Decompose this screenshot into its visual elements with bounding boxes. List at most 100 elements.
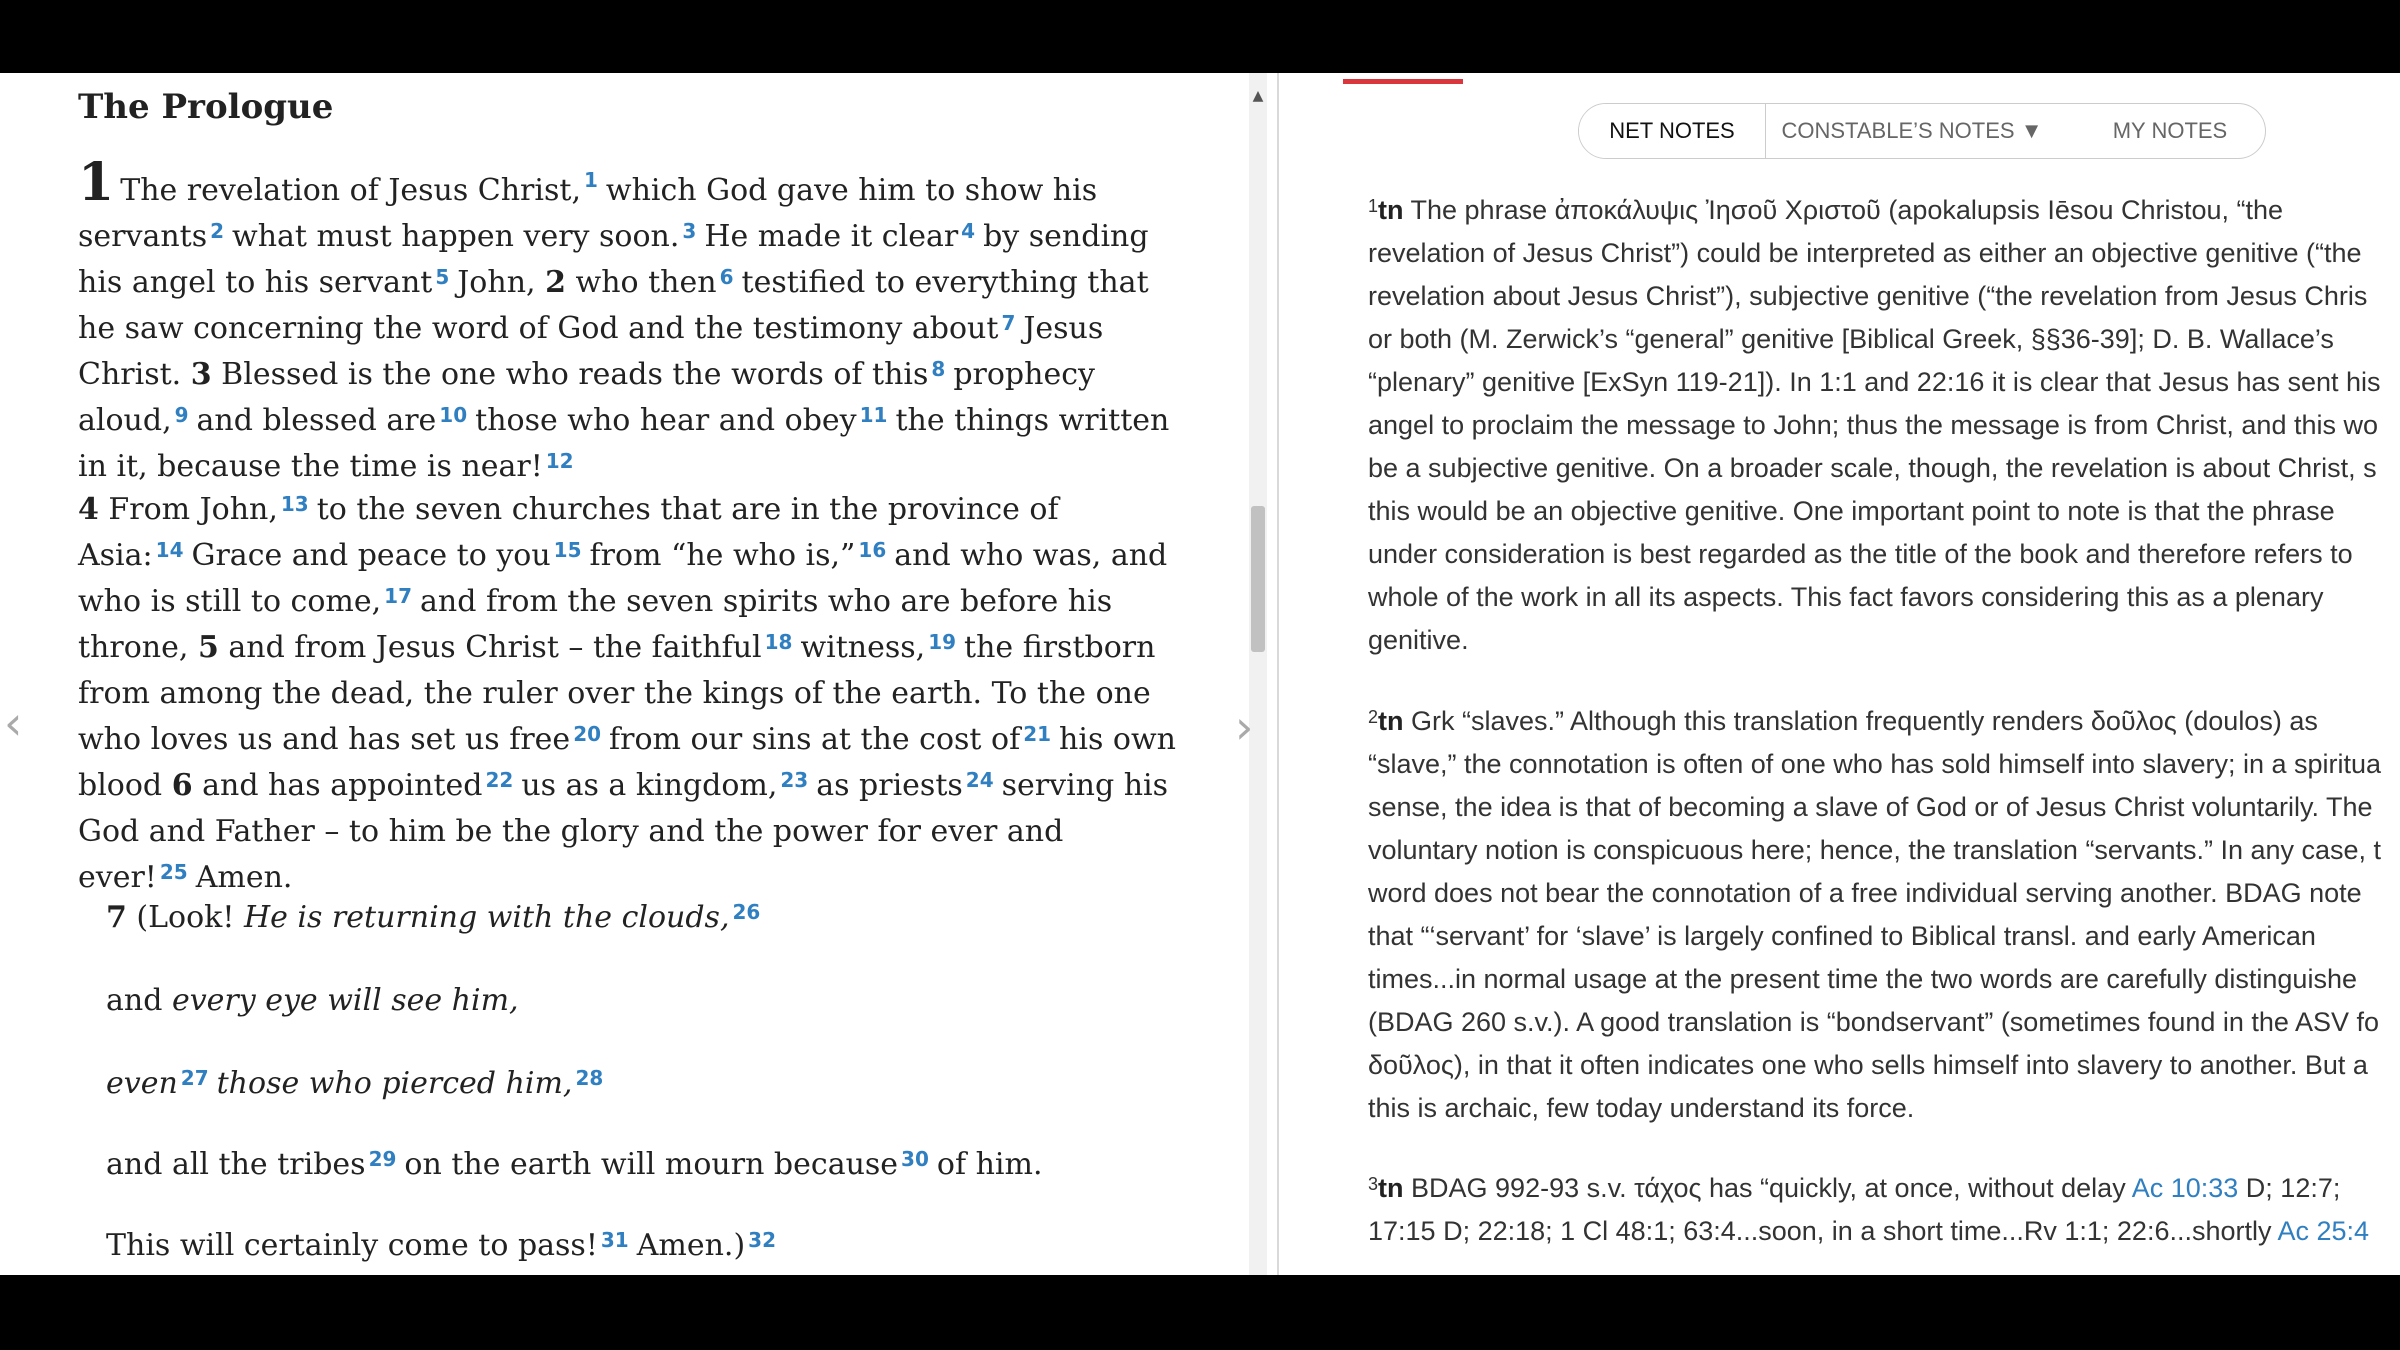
verse-text: Amen.: [195, 860, 293, 895]
note-item: 3tn BDAG 992-93 s.v. τάχος has “quickly,…: [1368, 1167, 2400, 1253]
footnote-link[interactable]: 12: [546, 449, 574, 473]
footnote-link[interactable]: 14: [156, 538, 184, 562]
footnote-link[interactable]: 11: [860, 403, 888, 427]
footnote-link[interactable]: 18: [765, 630, 793, 654]
verse-text: He made it clear: [704, 219, 959, 254]
top-black-bar: [0, 0, 2400, 73]
tab-net-notes[interactable]: NET NOTES: [1579, 104, 1766, 158]
bottom-black-bar: [0, 1275, 2400, 1350]
note-item: 1tn The phrase ἀποκάλυψις Ἰησοῦ Χριστοῦ …: [1368, 189, 2400, 662]
poetry-line: 7 (Look! He is returning with the clouds…: [106, 895, 768, 941]
verse-text: and has appointed: [202, 768, 483, 803]
footnote-link[interactable]: 6: [720, 265, 734, 289]
poetry-line: and all the tribes 29 on the earth will mo…: [106, 1142, 1043, 1188]
footnote-link[interactable]: 9: [175, 403, 189, 427]
verse-number: 7: [106, 900, 127, 935]
active-indicator: [1343, 79, 1463, 84]
poem-text: This will certainly come to pass!: [106, 1228, 598, 1263]
scripture-link[interactable]: Ac 10:33: [2132, 1173, 2239, 1203]
paragraph-verses-4-6: 4 From John, 13 to the seven churches that…: [78, 487, 1193, 901]
verse-text: From John,: [108, 492, 278, 527]
scroll-up-arrow-icon[interactable]: ▲: [1249, 88, 1267, 108]
footnote-link[interactable]: 24: [966, 768, 994, 792]
footnote-link[interactable]: 2: [210, 219, 224, 243]
poetry-line: and every eye will see him,: [106, 978, 519, 1024]
verse-text: from “he who is,”: [589, 538, 856, 573]
verse-number: 2: [545, 265, 566, 300]
poem-text: and all the tribes: [106, 1147, 366, 1182]
section-heading: The Prologue: [78, 87, 334, 127]
previous-chapter-arrow-icon[interactable]: ‹: [4, 696, 22, 750]
footnote-link[interactable]: 19: [928, 630, 956, 654]
footnote-link[interactable]: 4: [961, 219, 975, 243]
verse-number: 6: [171, 768, 193, 803]
footnote-link[interactable]: 31: [601, 1228, 629, 1252]
poem-text: of him.: [936, 1147, 1043, 1182]
poem-quote: every eye will see him,: [171, 983, 519, 1018]
note-text: Grk “slaves.” Although this translation …: [1368, 706, 2382, 1123]
verse-text: from our sins at the cost of: [609, 722, 1021, 757]
footnote-link[interactable]: 3: [682, 219, 696, 243]
verse-text: The revelation of Jesus Christ,: [120, 173, 581, 208]
footnote-link[interactable]: 20: [573, 722, 601, 746]
tab-my-notes[interactable]: MY NOTES: [2079, 104, 2261, 158]
footnote-link[interactable]: 21: [1023, 722, 1051, 746]
poem-quote: even: [106, 1066, 178, 1101]
verse-number: 5: [197, 630, 219, 665]
note-text: BDAG 992-93 s.v. τάχος has “quickly, at …: [1411, 1173, 2132, 1203]
verse-text: and from Jesus Christ – the faithful: [228, 630, 762, 665]
footnote-link[interactable]: 25: [160, 860, 188, 884]
note-number: 2: [1368, 707, 1379, 727]
poetry-line: This will certainly come to pass! 31 Amen.…: [106, 1223, 784, 1269]
verse-text: those who hear and obey: [475, 403, 857, 438]
verse-number: 3: [190, 357, 212, 392]
note-item: 2tn Grk “slaves.” Although this translat…: [1368, 700, 2400, 1130]
footnote-link[interactable]: 15: [554, 538, 582, 562]
scrollbar[interactable]: [1249, 73, 1267, 1275]
scrollbar-thumb[interactable]: [1251, 506, 1265, 652]
note-text: The phrase ἀποκάλυψις Ἰησοῦ Χριστοῦ (apo…: [1368, 195, 2381, 655]
verse-text: what must happen very soon.: [232, 219, 680, 254]
poetry-line: even 27 those who pierced him, 28: [106, 1061, 611, 1107]
paragraph-verses-1-3: 1 The revelation of Jesus Christ, 1 which G…: [78, 157, 1193, 490]
notes-tab-bar: NET NOTES CONSTABLE’S NOTES ▼ MY NOTES: [1578, 103, 2266, 159]
footnote-link[interactable]: 26: [733, 900, 761, 924]
tab-constables-notes[interactable]: CONSTABLE’S NOTES ▼: [1767, 104, 2057, 158]
footnote-link[interactable]: 27: [181, 1066, 209, 1090]
footnote-link[interactable]: 28: [575, 1066, 603, 1090]
footnote-link[interactable]: 30: [901, 1147, 929, 1171]
footnote-link[interactable]: 13: [281, 492, 309, 516]
poem-quote: He is returning with the clouds,: [243, 900, 730, 935]
verse-text: and blessed are: [196, 403, 437, 438]
poem-text: (Look!: [136, 900, 244, 935]
footnote-link[interactable]: 29: [369, 1147, 397, 1171]
note-label: tn: [1378, 1173, 1404, 1203]
footnote-link[interactable]: 5: [435, 265, 449, 289]
footnote-link[interactable]: 1: [584, 168, 598, 192]
footnote-link[interactable]: 8: [931, 357, 945, 381]
note-number: 3: [1368, 1174, 1379, 1194]
note-number: 1: [1368, 196, 1379, 216]
verse-text: John,: [457, 265, 536, 300]
footnote-link[interactable]: 23: [780, 768, 808, 792]
chapter-number: 1: [78, 152, 115, 213]
footnote-link[interactable]: 10: [439, 403, 467, 427]
verse-text: us as a kingdom,: [521, 768, 778, 803]
footnote-link[interactable]: 17: [384, 584, 412, 608]
bible-text-pane: The Prologue 1 The revelation of Jesus Ch…: [0, 73, 1255, 1275]
footnote-link[interactable]: 32: [748, 1228, 776, 1252]
poem-text: and: [106, 983, 172, 1018]
poem-text: Amen.): [636, 1228, 746, 1263]
note-label: tn: [1378, 195, 1404, 225]
verse-text: as priests: [816, 768, 963, 803]
poem-quote: those who pierced him,: [216, 1066, 573, 1101]
scripture-link[interactable]: Ac 25:4: [2278, 1216, 2370, 1246]
poem-text: on the earth will mourn because: [404, 1147, 899, 1182]
verse-text: Blessed is the one who reads the words o…: [221, 357, 929, 392]
footnote-link[interactable]: 7: [1001, 311, 1015, 335]
next-chapter-arrow-icon[interactable]: ›: [1235, 700, 1253, 754]
note-label: tn: [1378, 706, 1404, 736]
verse-text: Grace and peace to you: [191, 538, 551, 573]
footnote-link[interactable]: 16: [858, 538, 886, 562]
footnote-link[interactable]: 22: [485, 768, 513, 792]
